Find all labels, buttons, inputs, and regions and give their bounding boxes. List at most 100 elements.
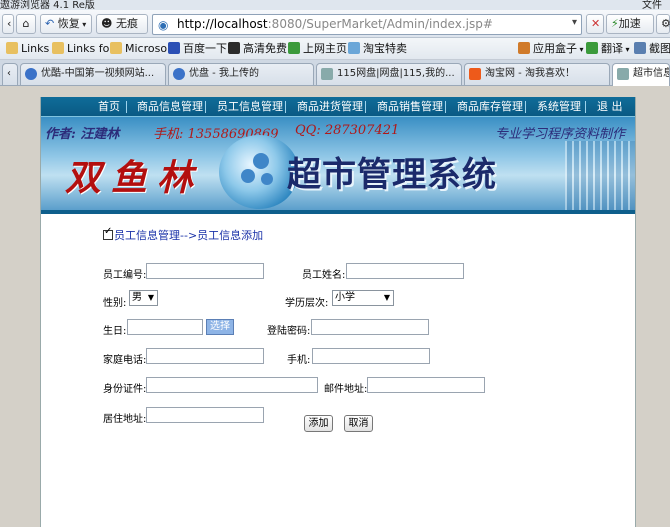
accelerate-label: 加速 — [618, 17, 641, 30]
password-label: 登陆密码: — [267, 326, 311, 337]
header-banner: 作者: 汪建林 手机: 13558690869 QQ: 287307421 专业… — [41, 117, 635, 214]
app-frame: 首页 商品信息管理 员工信息管理 商品进货管理 商品销售管理 商品库存管理 系统… — [40, 97, 636, 527]
gender-select[interactable]: 男 ▼ — [129, 290, 158, 306]
employee-name-input[interactable] — [346, 263, 464, 279]
doc-icon — [617, 68, 629, 80]
email-input[interactable] — [367, 377, 485, 393]
browser-title-bar: 遨游浏览器 4.1 Re版 文件 — [0, 0, 670, 10]
film-icon — [228, 42, 240, 54]
home-phone-input[interactable] — [146, 348, 264, 364]
taobao-icon — [469, 68, 481, 80]
bookmark-item[interactable]: Microso — [110, 41, 167, 57]
author-text: 作者: 汪建林 — [45, 127, 120, 142]
menu-employee-info[interactable]: 员工信息管理 — [217, 97, 283, 117]
file-menu[interactable]: 文件 — [642, 0, 662, 10]
doc-icon — [321, 68, 333, 80]
stop-button[interactable]: ✕ — [586, 14, 604, 34]
id-card-label: 身份证件: — [103, 384, 147, 395]
folder-icon — [52, 42, 64, 54]
breadcrumb-text: 员工信息管理-->员工信息添加 — [114, 229, 264, 242]
globe-icon: ◉ — [158, 18, 169, 32]
paw-icon — [168, 42, 180, 54]
slogan-text: 专业学习程序资料制作 — [494, 127, 625, 142]
choose-date-button[interactable]: 选择 — [206, 319, 234, 335]
tab-115[interactable]: 115网盘|网盘|115,我的... — [316, 63, 462, 85]
back-button[interactable]: ‹ — [2, 14, 14, 34]
bookmark-item[interactable]: 上网主页 — [288, 41, 347, 57]
education-select[interactable]: 小学 ▼ — [332, 290, 394, 306]
menu-inventory[interactable]: 商品库存管理 — [457, 97, 523, 117]
browser-title: 遨游浏览器 4.1 Re版 — [0, 0, 95, 10]
gender-value: 男 — [132, 292, 142, 303]
folder-icon — [110, 42, 122, 54]
chevron-down-icon: ▾ — [577, 45, 584, 54]
accelerate-button[interactable]: ⚡加速 — [606, 14, 654, 34]
chevron-down-icon: ▼ — [147, 293, 155, 302]
tab-taobao[interactable]: 淘宝网 - 淘我喜欢！ — [464, 63, 610, 85]
chevron-down-icon: ▼ — [383, 293, 391, 302]
address-bar[interactable]: ◉ http://localhost:8080/SuperMarket/Admi… — [152, 14, 582, 35]
menu-sales[interactable]: 商品销售管理 — [377, 97, 443, 117]
chevron-down-icon[interactable]: ▾ — [572, 17, 577, 28]
gear-button[interactable]: ⚙ — [656, 14, 670, 34]
url-text: http://localhost:8080/SuperMarket/Admin/… — [177, 17, 493, 31]
id-card-input[interactable] — [146, 377, 318, 393]
recover-label: 恢复 — [57, 17, 80, 30]
chevron-down-icon: ▾ — [79, 20, 87, 29]
tab-youku[interactable]: 优酷-中国第一视频网站... — [20, 63, 166, 85]
bookmark-item[interactable]: 淘宝特卖 — [348, 41, 407, 57]
checkbox-icon — [103, 226, 113, 240]
menu-home[interactable]: 首页 — [98, 97, 120, 117]
lightning-icon: ⚡ — [611, 17, 619, 30]
employee-no-label: 员工编号: — [103, 270, 147, 281]
translate-button[interactable]: 翻译 ▾ — [586, 41, 630, 57]
qq-text: QQ: 287307421 — [295, 123, 400, 138]
back-icon: ‹ — [7, 17, 12, 30]
home-phone-label: 家庭电话: — [103, 355, 147, 366]
add-button[interactable]: 添加 — [304, 415, 333, 432]
employee-no-input[interactable] — [146, 263, 264, 279]
mobile-input[interactable] — [312, 348, 430, 364]
menu-purchase[interactable]: 商品进货管理 — [297, 97, 363, 117]
address-label: 居住地址: — [103, 414, 147, 425]
menu-logout[interactable]: 退 出 — [597, 97, 623, 117]
undo-icon: ↶ — [45, 17, 55, 30]
screenshot-button[interactable]: 截图 — [634, 41, 670, 57]
bookmark-item[interactable]: Links fo — [52, 41, 109, 57]
bookmark-item[interactable]: Links — [6, 41, 49, 57]
home-button[interactable]: ⌂ — [16, 14, 36, 34]
bookmark-item[interactable]: 高清免费 — [228, 41, 287, 57]
page-area: 首页 商品信息管理 员工信息管理 商品进货管理 商品销售管理 商品库存管理 系统… — [0, 87, 670, 527]
private-mode-label: 无痕 — [115, 17, 138, 30]
tab-bar: ‹ 优酷-中国第一视频网站... 优盘 - 我上传的 115网盘|网盘|115,… — [0, 60, 670, 86]
address-input[interactable] — [146, 407, 264, 423]
birthday-label: 生日: — [103, 326, 127, 337]
menu-system[interactable]: 系统管理 — [537, 97, 581, 117]
recover-button[interactable]: ↶ 恢复 ▾ — [40, 14, 92, 34]
shop-icon — [348, 42, 360, 54]
tab-youpan[interactable]: 优盘 - 我上传的 — [168, 63, 314, 85]
birthday-input[interactable] — [127, 319, 203, 335]
app-box-button[interactable]: 应用盒子 ▾ — [518, 41, 584, 57]
top-menu: 首页 商品信息管理 员工信息管理 商品进货管理 商品销售管理 商品库存管理 系统… — [41, 97, 635, 117]
tab-supermarket[interactable]: 超市信息 — [612, 63, 670, 86]
password-input[interactable] — [311, 319, 429, 335]
building-graphic — [565, 141, 635, 214]
home-page-icon — [288, 42, 300, 54]
chevron-left-icon: ‹ — [7, 68, 11, 79]
tab-scroll-left[interactable]: ‹ — [2, 63, 18, 85]
breadcrumb: 员工信息管理-->员工信息添加 — [103, 226, 264, 243]
employee-name-label: 员工姓名: — [302, 270, 346, 281]
chevron-down-icon: ▾ — [623, 45, 630, 54]
translate-icon — [586, 42, 598, 54]
folder-icon — [6, 42, 18, 54]
email-label: 邮件地址: — [324, 384, 368, 395]
gender-label: 性别: — [103, 298, 127, 309]
bookmark-item[interactable]: 百度一下 — [168, 41, 227, 57]
cancel-button[interactable]: 取消 — [344, 415, 373, 432]
gear-icon: ⚙ — [661, 17, 670, 30]
private-mode-button[interactable]: ☻ 无痕 ▾ — [96, 14, 148, 48]
mobile-label: 手机: — [287, 355, 311, 366]
system-title: 超市管理系统 — [287, 155, 497, 195]
menu-product-info[interactable]: 商品信息管理 — [137, 97, 203, 117]
